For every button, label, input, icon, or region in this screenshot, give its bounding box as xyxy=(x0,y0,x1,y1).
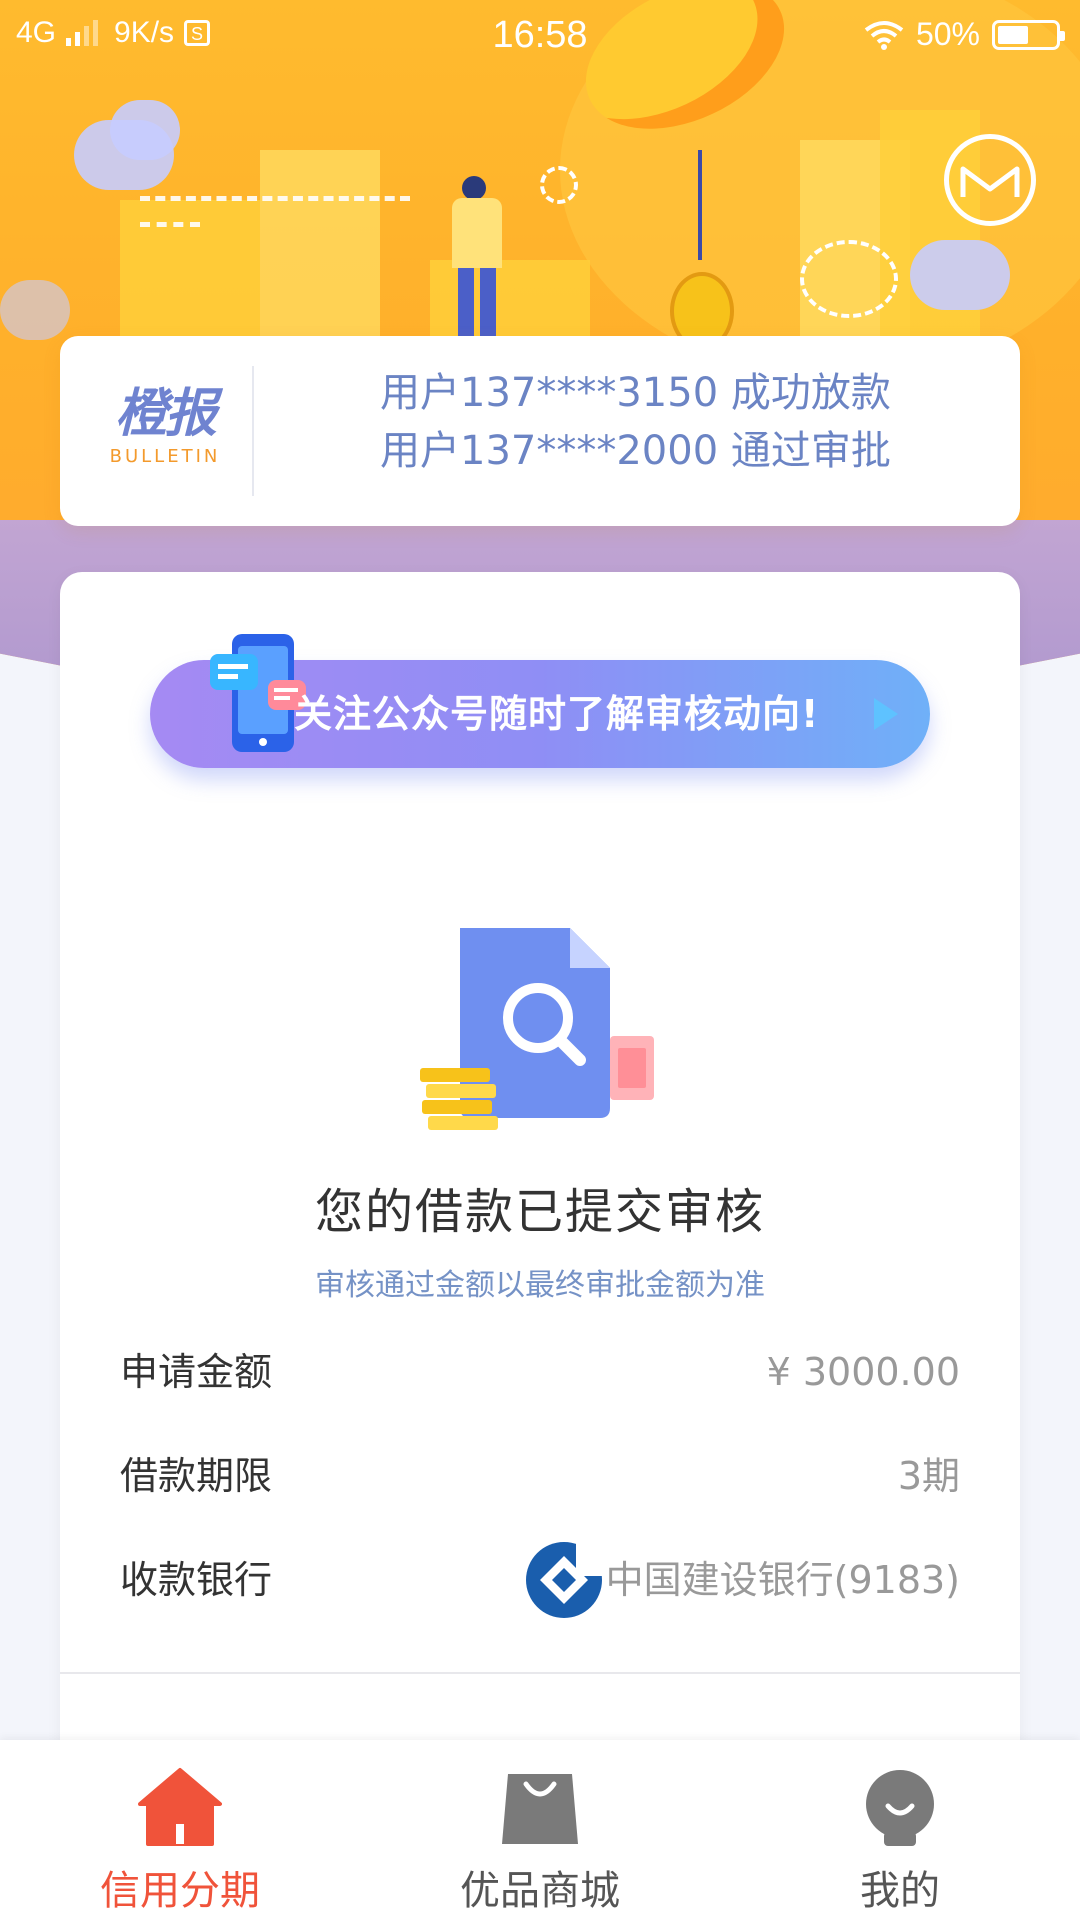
phone-chat-icon xyxy=(210,634,306,752)
detail-value: ¥ 3000.00 xyxy=(766,1350,960,1394)
follow-official-account-banner[interactable]: 关注公众号随时了解审核动向! xyxy=(150,634,930,768)
detail-value: 中国建设银行(9183) xyxy=(605,1558,960,1602)
divider xyxy=(60,1672,1020,1674)
tab-label: 信用分期 xyxy=(100,1868,260,1914)
status-bar: 4G 9K/s S 16:58 50% xyxy=(0,0,1080,76)
tab-label: 我的 xyxy=(860,1868,940,1914)
bulletin-logo-en: BULLETIN xyxy=(109,446,221,467)
document-search-illustration xyxy=(420,928,654,1130)
bulletin-ticker: 用户137****3150 成功放款 用户137****2000 通过审批 xyxy=(380,364,1000,480)
play-arrow-icon xyxy=(874,698,898,730)
bulletin-logo-text: 橙报 xyxy=(114,383,217,444)
loan-submitted-subtitle: 审核通过金额以最终审批金额为准 xyxy=(315,1268,765,1303)
battery-icon xyxy=(992,19,1065,50)
detail-label: 申请金额 xyxy=(120,1350,273,1394)
detail-row-amount: 申请金额 ¥ 3000.00 xyxy=(120,1342,960,1402)
bulletin-logo: 橙报 BULLETIN xyxy=(90,383,240,468)
bulletin-item: 用户137****3150 成功放款 xyxy=(380,370,891,416)
shopping-bag-icon xyxy=(502,1774,578,1844)
bottom-tab-bar: 信用分期 优品商城 我的 xyxy=(0,1740,1080,1920)
message-envelope-icon[interactable] xyxy=(944,134,1036,226)
detail-row-term: 借款期限 3期 xyxy=(120,1446,960,1506)
detail-label: 借款期限 xyxy=(120,1454,273,1498)
tab-mall[interactable]: 优品商城 xyxy=(360,1740,720,1920)
banner-text: 关注公众号随时了解审核动向! xyxy=(294,692,820,736)
bulletin-divider xyxy=(252,366,254,496)
battery-percent: 50% xyxy=(915,16,980,52)
bulletin-item: 用户137****2000 通过审批 xyxy=(380,428,891,474)
detail-value: 3期 xyxy=(897,1454,960,1498)
home-icon xyxy=(138,1768,222,1846)
wifi-icon xyxy=(864,20,904,50)
bulletin-card[interactable]: 橙报 BULLETIN 用户137****3150 成功放款 用户137****… xyxy=(60,336,1020,526)
tab-credit-installment[interactable]: 信用分期 xyxy=(0,1740,360,1920)
profile-icon xyxy=(866,1770,934,1846)
tab-profile[interactable]: 我的 xyxy=(720,1740,1080,1920)
ccb-bank-logo-icon xyxy=(526,1540,604,1618)
detail-label: 收款银行 xyxy=(120,1558,273,1602)
detail-row-bank: 收款银行 中国建设银行(9183) xyxy=(120,1540,960,1618)
loan-submitted-title: 您的借款已提交审核 xyxy=(314,1184,765,1240)
loan-status-card: 关注公众号随时了解审核动向! 您的借款已提交审核 审核通过金额以最终审批金额为准… xyxy=(60,572,1020,1872)
tab-label: 优品商城 xyxy=(460,1868,620,1914)
